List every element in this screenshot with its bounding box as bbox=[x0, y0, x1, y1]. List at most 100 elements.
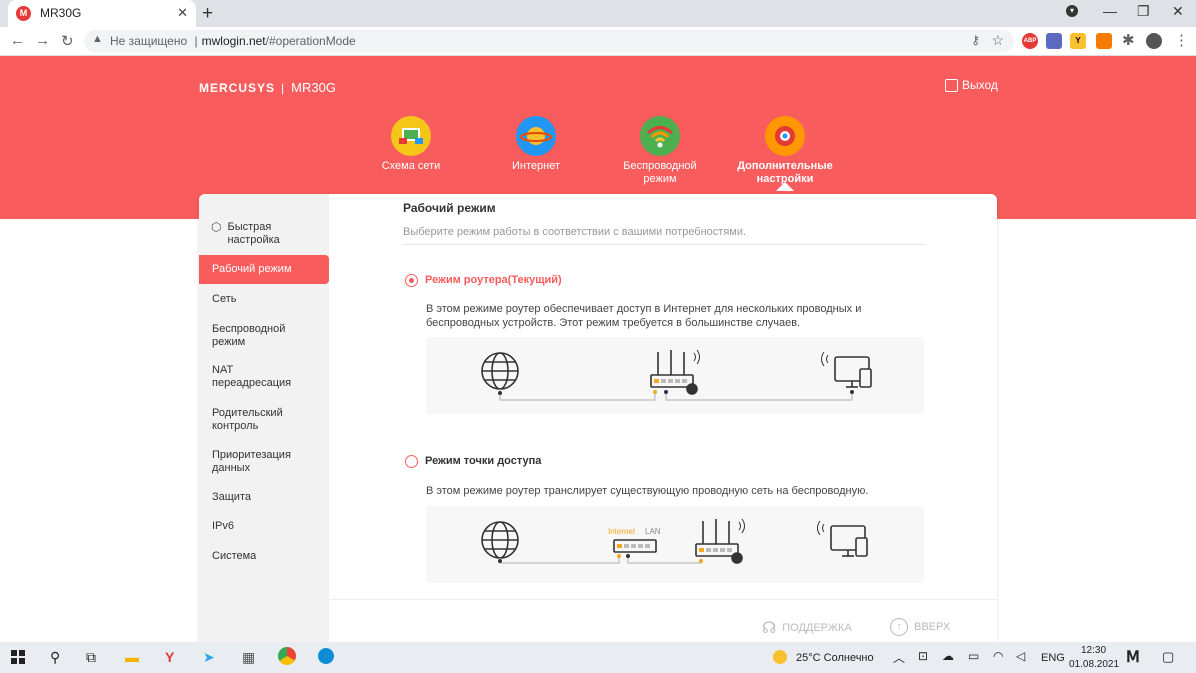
yandex-extension-icon[interactable]: Y bbox=[1070, 33, 1086, 49]
nav-wireless[interactable]: Беспроводной режим bbox=[600, 116, 720, 186]
new-tab-icon[interactable]: + bbox=[202, 3, 213, 25]
minimize-icon[interactable]: — bbox=[1103, 3, 1117, 19]
bookmark-star-icon[interactable]: ☆ bbox=[991, 32, 1004, 49]
nav-internet[interactable]: Интернет bbox=[476, 116, 596, 173]
edge-icon[interactable] bbox=[318, 648, 334, 664]
address-url[interactable]: Не защищено | mwlogin.net/#operationMode bbox=[110, 34, 356, 48]
ap-internet-label: Internet bbox=[608, 527, 636, 536]
tray-logo-icon[interactable]: Ⅿ bbox=[1126, 647, 1140, 667]
metamask-extension-icon[interactable] bbox=[1096, 33, 1112, 49]
access-point-mode-label[interactable]: Режим точки доступа bbox=[425, 455, 541, 467]
weather-text[interactable]: 25°C Солнечно bbox=[796, 652, 874, 664]
language-indicator[interactable]: ENG bbox=[1041, 652, 1065, 664]
sidebar-item-label: Рабочий режим bbox=[212, 263, 292, 275]
sidebar-item-ipv6[interactable]: IPv6 bbox=[199, 520, 329, 533]
browser-tab[interactable]: M MR30G ✕ bbox=[8, 0, 196, 27]
router-mode-description-2: беспроводных устройств. Этот режим требу… bbox=[426, 317, 801, 329]
model-name: MR30G bbox=[291, 80, 336, 95]
task-view-icon[interactable]: ⧉ bbox=[86, 649, 96, 666]
sidebar-item-label: Защита bbox=[212, 491, 251, 503]
clock-date[interactable]: 01.08.2021 bbox=[1069, 659, 1119, 670]
router-mode-diagram bbox=[426, 337, 924, 414]
sidebar-item-qos[interactable]: Приоритезация данных bbox=[199, 449, 329, 475]
sidebar-item-quick-setup[interactable]: ⬡ Быстрая настройка bbox=[199, 221, 329, 247]
url-domain: mwlogin.net bbox=[201, 34, 266, 48]
calculator-icon[interactable]: ▦ bbox=[242, 649, 255, 666]
sidebar: ⬡ Быстрая настройка Рабочий режим Сеть Б… bbox=[199, 194, 329, 654]
headset-icon: ☊ bbox=[762, 620, 777, 637]
router-mode-description-1: В этом режиме роутер обеспечивает доступ… bbox=[426, 303, 862, 315]
profile-avatar[interactable] bbox=[1146, 33, 1162, 49]
onedrive-icon[interactable]: ☁ bbox=[942, 649, 954, 663]
file-explorer-icon[interactable]: ▬ bbox=[125, 649, 139, 665]
sidebar-item-nat[interactable]: NAT переадресация bbox=[199, 364, 329, 390]
nav-internet-label: Интернет bbox=[512, 160, 560, 172]
nav-network-map[interactable]: Схема сети bbox=[351, 116, 471, 173]
page-subtitle: Выберите режим работы в соответствии с в… bbox=[403, 226, 747, 238]
profile-dropdown-icon[interactable]: ▾ bbox=[1066, 5, 1078, 17]
router-mode-label[interactable]: Режим роутера(Текущий) bbox=[425, 274, 562, 286]
security-label: Не защищено bbox=[110, 34, 188, 48]
ap-lan-label: LAN bbox=[645, 527, 661, 536]
network-map-icon bbox=[391, 116, 431, 156]
browser-tab-strip: M MR30G ✕ + ▾ — ❐ ✕ bbox=[0, 0, 1196, 27]
tray-chevron-icon[interactable]: ︿ bbox=[893, 649, 905, 666]
wifi-tray-icon[interactable]: ◠ bbox=[993, 649, 1003, 663]
sidebar-item-network[interactable]: Сеть bbox=[199, 293, 329, 306]
chrome-icon[interactable] bbox=[278, 647, 296, 665]
chrome-menu-icon[interactable]: ⋮ bbox=[1174, 31, 1189, 49]
telegram-icon[interactable]: ➤ bbox=[203, 649, 215, 666]
restore-icon[interactable]: ❐ bbox=[1137, 3, 1150, 20]
access-point-mode-radio[interactable] bbox=[405, 455, 418, 468]
yandex-browser-icon[interactable]: Y bbox=[165, 649, 174, 665]
reload-icon[interactable]: ↻ bbox=[61, 32, 74, 50]
clock-time[interactable]: 12:30 bbox=[1081, 645, 1106, 656]
sidebar-item-parental[interactable]: Родительский контроль bbox=[199, 407, 329, 433]
access-point-mode-description: В этом режиме роутер транслирует существ… bbox=[426, 485, 869, 497]
window-close-icon[interactable]: ✕ bbox=[1172, 3, 1184, 20]
sidebar-item-label: NAT переадресация bbox=[212, 364, 292, 389]
extension-icon[interactable] bbox=[1046, 33, 1062, 49]
active-nav-caret bbox=[776, 182, 794, 191]
key-icon[interactable]: ⚷ bbox=[971, 33, 980, 47]
tab-title: MR30G bbox=[40, 6, 82, 20]
sidebar-item-label: Родительский контроль bbox=[212, 407, 283, 432]
brand-separator: | bbox=[281, 81, 286, 95]
settings-card: ⬡ Быстрая настройка Рабочий режим Сеть Б… bbox=[199, 194, 997, 654]
back-icon[interactable]: ← bbox=[10, 32, 25, 49]
logout-button[interactable]: Выход bbox=[945, 78, 998, 92]
volume-icon[interactable]: ◁ bbox=[1016, 649, 1025, 663]
windows-taskbar: ⚲ ⧉ ▬ Y ➤ ▦ 25°C Солнечно ︿ ⊡ ☁ ▭ ◠ ◁ EN… bbox=[0, 642, 1196, 673]
battery-icon[interactable]: ▭ bbox=[968, 649, 979, 663]
back-to-top-button[interactable]: ↑ ВВЕРХ bbox=[890, 618, 950, 636]
nav-advanced[interactable]: Дополнительные настройки bbox=[725, 116, 845, 186]
support-button[interactable]: ☊ ПОДДЕРЖКА bbox=[762, 618, 852, 638]
sidebar-item-security[interactable]: Защита bbox=[199, 491, 329, 504]
nav-wireless-label: Беспроводной режим bbox=[623, 160, 697, 185]
browser-toolbar: ← → ↻ ▲ Не защищено | mwlogin.net/#operat… bbox=[0, 27, 1196, 56]
sidebar-item-label: Система bbox=[212, 550, 257, 562]
adblock-extension-icon[interactable]: ABP bbox=[1022, 33, 1038, 49]
sidebar-item-wireless[interactable]: Беспроводной режим bbox=[199, 323, 329, 349]
sidebar-item-label: Сеть bbox=[212, 293, 237, 305]
router-ports bbox=[654, 379, 659, 383]
router-icon bbox=[695, 518, 745, 564]
address-bar[interactable]: ▲ Не защищено | mwlogin.net/#operationMod… bbox=[84, 30, 1014, 52]
tray-app-icon[interactable]: ⊡ bbox=[918, 649, 928, 663]
warning-icon[interactable]: ▲ bbox=[92, 33, 103, 45]
main-content: Рабочий режим Выберите режим работы в со… bbox=[329, 194, 997, 599]
forward-icon[interactable]: → bbox=[35, 32, 50, 49]
notifications-icon[interactable]: ▢ bbox=[1162, 649, 1174, 665]
extensions-puzzle-icon[interactable]: ✱ bbox=[1122, 31, 1135, 49]
page-title: Рабочий режим bbox=[403, 201, 496, 215]
advanced-gear-icon bbox=[765, 116, 805, 156]
router-mode-radio[interactable] bbox=[405, 274, 418, 287]
sidebar-item-system[interactable]: Система bbox=[199, 550, 329, 563]
sidebar-item-operation-mode[interactable]: Рабочий режим bbox=[199, 255, 329, 284]
search-icon[interactable]: ⚲ bbox=[50, 649, 60, 666]
close-tab-icon[interactable]: ✕ bbox=[177, 5, 188, 21]
windows-start-icon[interactable] bbox=[11, 650, 25, 667]
router-icon bbox=[650, 349, 700, 395]
globe-icon bbox=[481, 521, 519, 559]
access-point-mode-diagram: Internet LAN bbox=[426, 506, 924, 583]
